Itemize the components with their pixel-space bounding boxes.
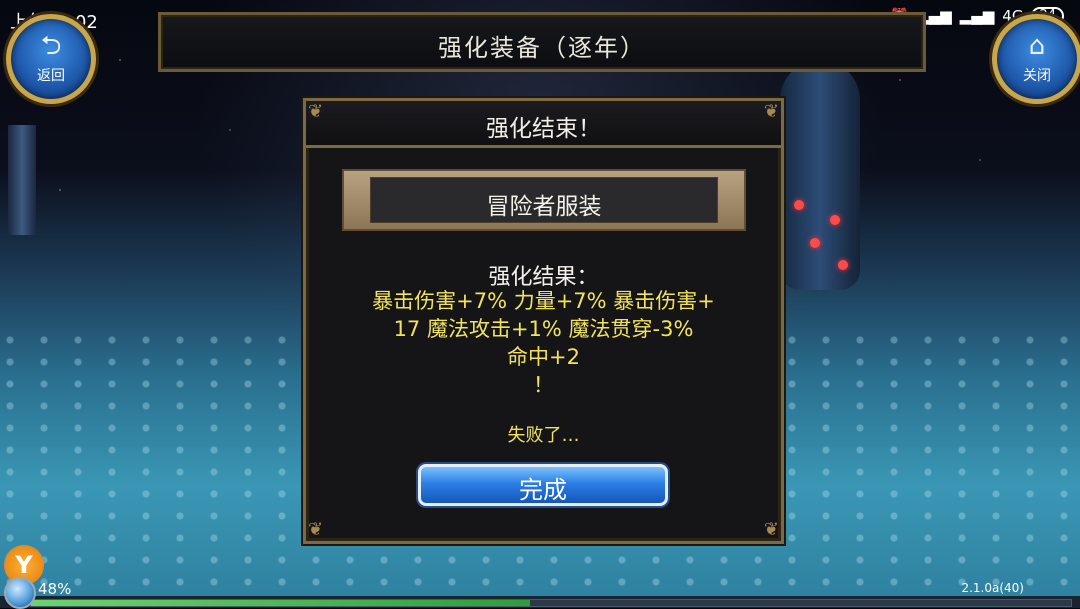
done-button[interactable]: 完成 bbox=[418, 464, 668, 506]
corner-ornament-icon: ❦ bbox=[763, 519, 779, 540]
dialog-title: 强化结束！ bbox=[486, 116, 601, 142]
signal-icon: ▂▄▆ bbox=[959, 7, 995, 25]
result-status: 失败了… bbox=[507, 425, 580, 446]
corner-ornament-icon: ❦ bbox=[308, 101, 324, 122]
tree-glow bbox=[838, 260, 848, 270]
result-line: 17 魔法攻击+1% 魔法贯穿-3% bbox=[393, 317, 694, 341]
version-label: 2.1.0a(40) bbox=[961, 581, 1024, 595]
item-name: 冒险者服装 bbox=[486, 194, 602, 220]
corner-ornament-icon: ❦ bbox=[308, 519, 324, 540]
page-title: 强化装备（逐年） bbox=[438, 34, 646, 62]
tree-glow bbox=[810, 238, 820, 248]
close-button-label: 关闭 bbox=[1023, 68, 1051, 84]
background-tree bbox=[780, 60, 860, 290]
tree-glow bbox=[794, 200, 804, 210]
progress-fill bbox=[31, 600, 531, 606]
result-text: 暴击伤害+7% 力量+7% 暴击伤害+ 17 魔法攻击+1% 魔法贯穿-3% 命… bbox=[336, 287, 751, 399]
result-line: ！ bbox=[533, 373, 554, 397]
background-pillar bbox=[8, 125, 36, 235]
result-line: 命中+2 bbox=[507, 345, 580, 369]
back-button[interactable]: ⮌ 返回 bbox=[6, 14, 96, 104]
home-icon: ⌂ bbox=[1028, 31, 1046, 61]
corner-ornament-icon: ❦ bbox=[763, 101, 779, 122]
dialog-header: 强化结束！ bbox=[306, 101, 781, 148]
enhance-result-dialog: 强化结束！ ❦ ❦ ❦ ❦ 冒险者服装 强化结果： 暴击伤害+7% 力量+7% … bbox=[303, 98, 784, 544]
close-button[interactable]: ⌂ 关闭 bbox=[992, 14, 1080, 104]
loading-progress-bar bbox=[30, 599, 1072, 607]
done-button-label: 完成 bbox=[519, 476, 567, 504]
progress-percent: 48% bbox=[38, 580, 72, 598]
item-name-box: 冒险者服装 bbox=[370, 177, 718, 223]
title-bar: 强化装备（逐年） bbox=[158, 12, 926, 72]
tree-glow bbox=[830, 215, 840, 225]
orb-icon bbox=[4, 577, 36, 609]
return-arrow-icon: ⮌ bbox=[40, 31, 62, 61]
result-line: 暴击伤害+7% 力量+7% 暴击伤害+ bbox=[372, 289, 715, 313]
back-button-label: 返回 bbox=[37, 68, 65, 84]
item-name-frame: 冒险者服装 bbox=[342, 169, 746, 231]
